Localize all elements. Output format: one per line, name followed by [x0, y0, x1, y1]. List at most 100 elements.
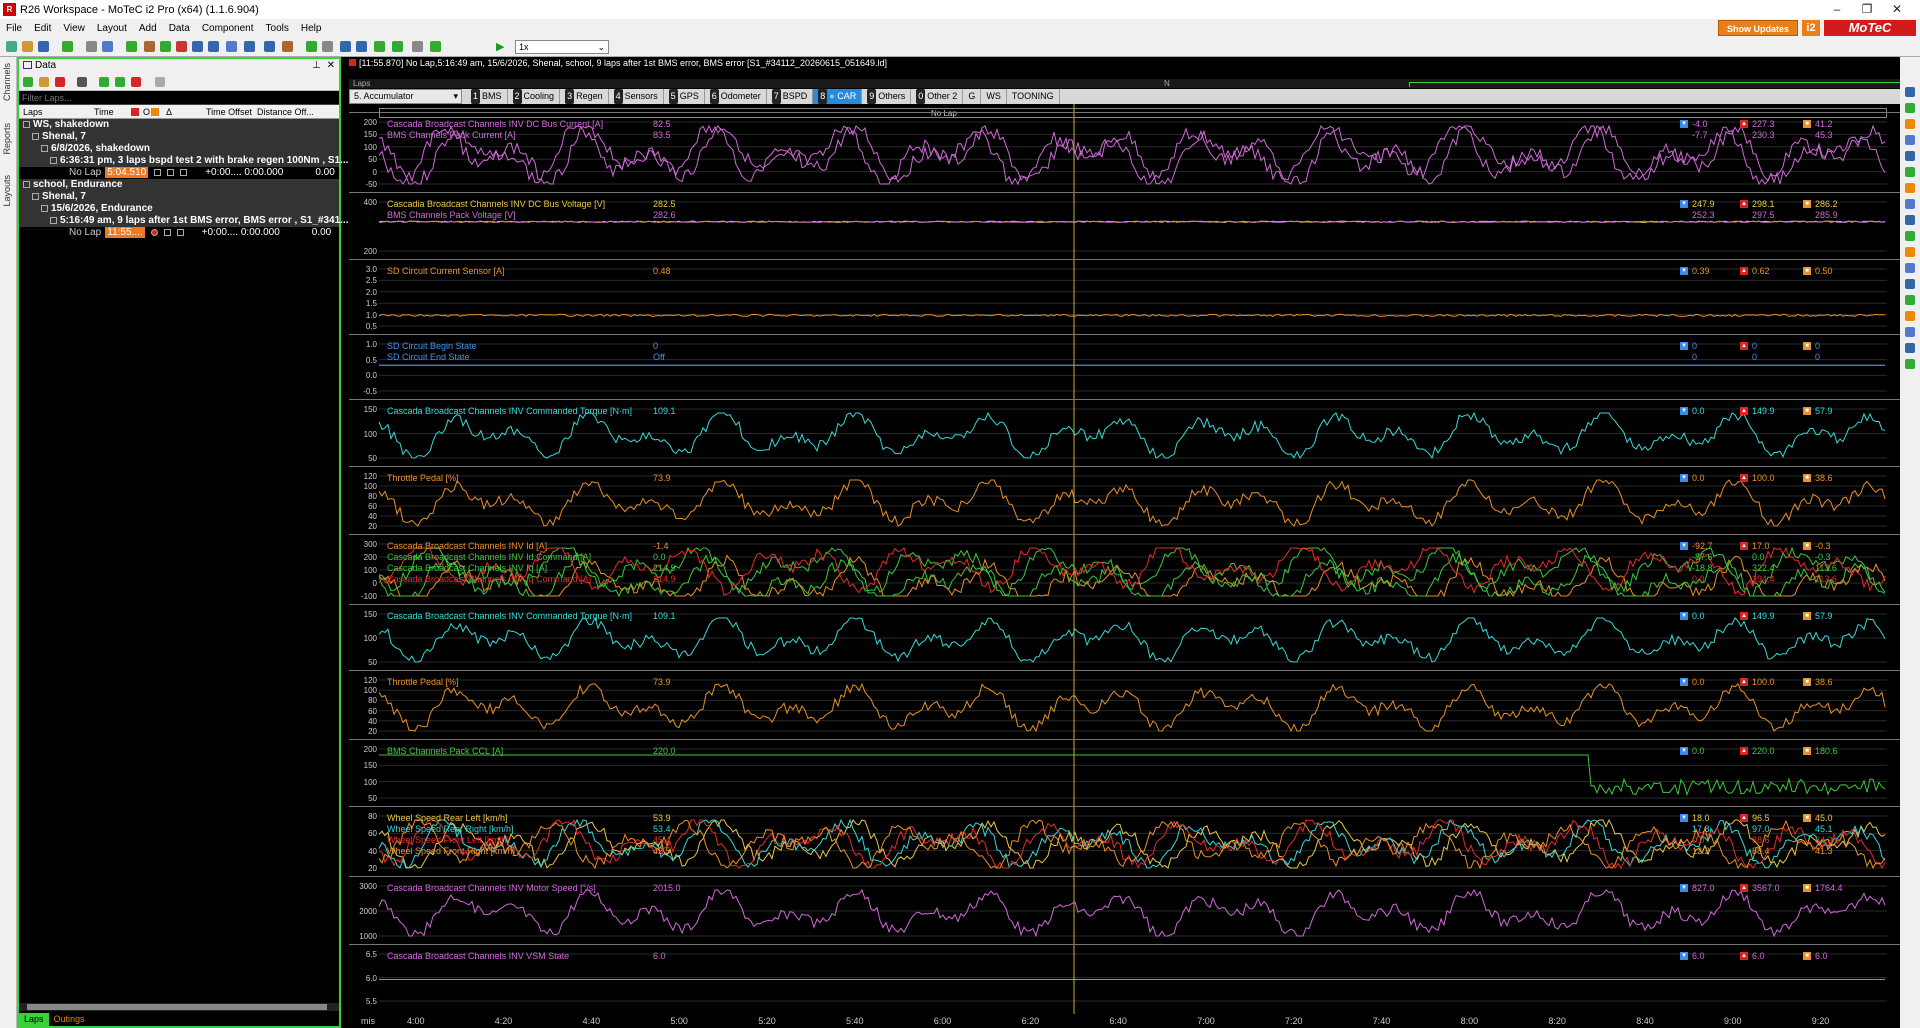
toolbar-icon[interactable]: [306, 41, 317, 52]
toolbar-icon[interactable]: [282, 41, 293, 52]
zoom-select[interactable]: 1x ⌄: [515, 40, 609, 54]
toolbar-icon[interactable]: [176, 41, 187, 52]
toolbar-icon[interactable]: [102, 41, 113, 52]
channel-panel[interactable]: 120 100 80 60 40 20 Throttle Pedal [%] 73.9 ▼ 0.0…: [349, 466, 1900, 534]
channel-panel[interactable]: 3.0 2.5 2.0 1.5 1.0 0.5 SD Circuit Current Sen…: [349, 259, 1900, 334]
channel-name[interactable]: SD Circuit Current Sensor [A]: [387, 266, 505, 276]
worksheet-tab[interactable]: 9 Others: [862, 89, 912, 104]
filter-laps-input[interactable]: Filter Laps...: [19, 91, 339, 105]
side-tool-icon[interactable]: [1905, 135, 1915, 145]
tree-group-row[interactable]: 6/8/2026, shakedown: [19, 143, 339, 155]
expand-icon[interactable]: [50, 156, 57, 164]
worksheet-tab[interactable]: 3 Regen: [560, 89, 609, 104]
worksheet-tab[interactable]: WS: [981, 89, 1007, 104]
expand-icon[interactable]: [41, 204, 48, 212]
data-toolbar-icon[interactable]: [155, 77, 165, 87]
toolbar-icon[interactable]: [322, 41, 333, 52]
side-tool-icon[interactable]: [1905, 151, 1915, 161]
data-toolbar-icon[interactable]: [99, 77, 109, 87]
tree-group-row[interactable]: Shenal, 7: [19, 131, 339, 143]
toolbar-icon[interactable]: [226, 41, 237, 52]
tab-reports[interactable]: Reports: [2, 123, 12, 155]
channel-name[interactable]: SD Circuit Begin State: [387, 341, 477, 351]
channel-name[interactable]: Cascada Broadcast Channels INV Commanded…: [387, 406, 632, 416]
minimize-button[interactable]: –: [1822, 0, 1852, 18]
tab-channels[interactable]: Channels: [2, 63, 12, 101]
toolbar-icon[interactable]: [356, 41, 367, 52]
show-updates-button[interactable]: Show Updates: [1717, 20, 1798, 36]
menu-data[interactable]: Data: [163, 23, 196, 34]
col-time-offset[interactable]: Time Offset: [206, 107, 252, 117]
toolbar-icon[interactable]: [62, 41, 73, 52]
channel-name[interactable]: Cascada Broadcast Channels INV Iq Comman…: [387, 574, 591, 584]
data-toolbar-icon[interactable]: [77, 77, 87, 87]
side-tool-icon[interactable]: [1905, 311, 1915, 321]
toolbar-icon[interactable]: [6, 41, 17, 52]
menu-edit[interactable]: Edit: [28, 23, 57, 34]
toolbar-icon[interactable]: [392, 41, 403, 52]
side-tool-icon[interactable]: [1905, 87, 1915, 97]
toolbar-icon[interactable]: [412, 41, 423, 52]
channel-name[interactable]: BMS Channels Pack Current [A]: [387, 130, 516, 140]
side-tool-icon[interactable]: [1905, 295, 1915, 305]
channel-name[interactable]: Cascadia Broadcast Channels INV DC Bus V…: [387, 199, 605, 209]
expand-icon[interactable]: [41, 144, 48, 152]
lap-checkbox[interactable]: [167, 168, 175, 176]
tree-group-row[interactable]: school, Endurance: [19, 179, 339, 191]
tree-group-row[interactable]: 15/6/2026, Endurance: [19, 203, 339, 215]
toolbar-icon[interactable]: [340, 41, 351, 52]
toolbar-icon[interactable]: [144, 41, 155, 52]
expand-icon[interactable]: [23, 120, 30, 128]
lap-row[interactable]: No Lap 11:55.... +0:00.... 0:00.000 0.00: [19, 227, 339, 239]
toolbar-icon[interactable]: [374, 41, 385, 52]
lap-checkbox[interactable]: [180, 168, 188, 176]
lap-row[interactable]: No Lap 5:04.510 +0:00.... 0:00.000 0.00: [19, 167, 339, 179]
lap-checkbox[interactable]: [176, 228, 184, 236]
tab-layouts[interactable]: Layouts: [2, 175, 12, 207]
worksheet-tab[interactable]: 0 Other 2: [911, 89, 964, 104]
channel-panel[interactable]: 120 100 80 60 40 20 Throttle Pedal [%] 73.9 ▼ 0.0…: [349, 670, 1900, 739]
horizontal-scrollbar[interactable]: [19, 1003, 339, 1011]
channel-name[interactable]: Cascada Broadcast Channels INV Iq [A]: [387, 563, 547, 573]
worksheet-tab[interactable]: 8 ● CAR: [813, 89, 863, 104]
side-tool-icon[interactable]: [1905, 215, 1915, 225]
toolbar-icon[interactable]: [264, 41, 275, 52]
channel-panel[interactable]: 1.0 0.5 0.0 -0.5 SD Circuit Begin State 0 ▼ 0 ▲ 0…: [349, 334, 1900, 399]
play-icon[interactable]: ▶: [496, 40, 504, 53]
tree-group-row[interactable]: 5:16:49 am, 9 laps after 1st BMS error, …: [19, 215, 348, 227]
channel-name[interactable]: Cascada Broadcast Channels INV Commanded…: [387, 611, 632, 621]
channel-name[interactable]: Wheel Speed Front Left [km/h]: [387, 835, 509, 845]
channel-name[interactable]: Wheel Speed Rear Left [km/h]: [387, 813, 508, 823]
worksheet-tab[interactable]: 7 BSPD: [767, 89, 814, 104]
toolbar-icon[interactable]: [192, 41, 203, 52]
worksheet-tab[interactable]: G: [963, 89, 982, 104]
channel-panel[interactable]: 300 200 100 0 -100 Cascada Broadcast Channels…: [349, 534, 1900, 604]
worksheet-tab[interactable]: 1 BMS: [466, 89, 508, 104]
channel-panel[interactable]: 150 100 50 Cascada Broadcast Channels INV C…: [349, 604, 1900, 670]
pin-icon[interactable]: ⊥: [312, 59, 321, 73]
side-tool-icon[interactable]: [1905, 231, 1915, 241]
worksheet-tab[interactable]: 5 GPS: [664, 89, 705, 104]
tree-group-row[interactable]: Shenal, 7: [19, 191, 339, 203]
col-o[interactable]: O: [143, 107, 150, 117]
tree-group-row[interactable]: 6:36:31 pm, 3 laps bspd test 2 with brak…: [19, 155, 348, 167]
tab-outings[interactable]: Outings: [49, 1013, 90, 1026]
plot-area[interactable]: No Lap 200 150 100 50 0 -50 Cascada Broadcast …: [349, 104, 1900, 1028]
lap-checkbox[interactable]: [154, 168, 162, 176]
lap-checkbox[interactable]: [150, 228, 158, 236]
side-tool-icon[interactable]: [1905, 103, 1915, 113]
worksheet-select[interactable]: 5. Accumulator ▾: [349, 89, 462, 104]
toolbar-icon[interactable]: [160, 41, 171, 52]
toolbar-icon[interactable]: [208, 41, 219, 52]
tab-laps[interactable]: Laps: [19, 1013, 49, 1026]
channel-panel[interactable]: 200 150 100 50 BMS Channels Pack CCL [A] 220.…: [349, 739, 1900, 806]
toolbar-icon[interactable]: [244, 41, 255, 52]
menu-help[interactable]: Help: [295, 23, 328, 34]
side-tool-icon[interactable]: [1905, 247, 1915, 257]
close-button[interactable]: ✕: [1882, 0, 1912, 18]
data-toolbar-icon[interactable]: [115, 77, 125, 87]
expand-icon[interactable]: [23, 180, 30, 188]
menu-view[interactable]: View: [57, 23, 91, 34]
menu-add[interactable]: Add: [133, 23, 163, 34]
channel-name[interactable]: Cascada Broadcast Channels INV Id [A]: [387, 541, 547, 551]
